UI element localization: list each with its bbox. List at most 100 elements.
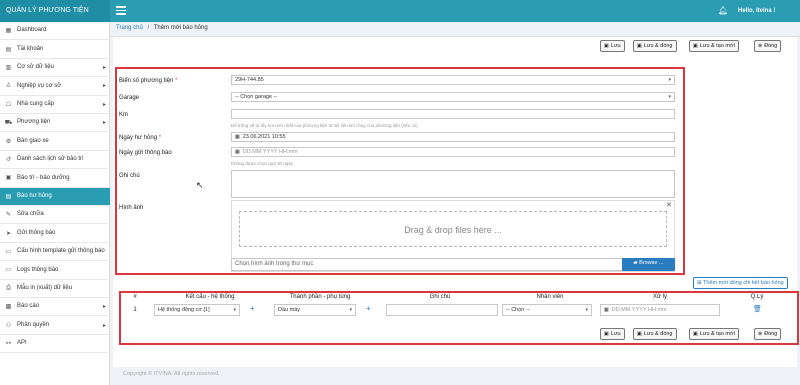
sidebar-item-6[interactable]: ⛟ Phương tiện ▸ — [0, 114, 110, 133]
sidebar-item-label: Dashboard — [17, 27, 47, 34]
column-header-system: Kết cấu - hệ thống — [185, 294, 235, 300]
sidebar-item-label: Phân quyền — [17, 321, 50, 328]
notify-date-input[interactable]: ▦ DD.MM.YYYY HH:mm — [231, 147, 675, 157]
garage-label: Garage — [119, 95, 140, 101]
permission-icon: ⚇ — [5, 322, 12, 329]
report-damage-icon: ▤ — [5, 193, 12, 200]
sidebar-item-label: Logs thông báo — [17, 266, 59, 273]
sidebar-item-label: Nghiệp vụ cơ sở — [17, 82, 62, 89]
add-detail-row-button[interactable]: ⊞ Thêm mới dòng chi tiết báo hỏng — [693, 277, 788, 289]
save-button[interactable]: ▣ Lưu — [600, 40, 625, 52]
row-index: 1 — [133, 307, 137, 313]
chevron-right-icon: ▸ — [102, 322, 106, 329]
app-brand[interactable]: QUẢN LÝ PHƯƠNG TIỆN — [0, 0, 110, 22]
trash-icon[interactable]: 🗑︎ — [753, 305, 762, 313]
browse-button[interactable]: ▰ Browse ... — [622, 258, 675, 271]
template-icon: ▭ — [5, 248, 12, 255]
sidebar: ▦ Dashboard ▤ Tài khoản ▥ Cơ sở dữ liệu ▸ ♙ Nghi… — [0, 22, 110, 385]
breadcrumb-current: Thêm mới báo hỏng — [153, 25, 208, 31]
save-new-button[interactable]: ▣ Lưu & tạo mới — [689, 40, 739, 52]
save-close-button-bottom[interactable]: ▣ Lưu & đóng — [633, 328, 677, 340]
bell-icon[interactable]: 🔔︎ — [718, 6, 728, 15]
sidebar-item-1[interactable]: ▦ Dashboard — [0, 22, 110, 41]
maintenance-icon: ▣ — [5, 175, 12, 182]
sidebar-item-11[interactable]: ✎ Sửa chữa — [0, 206, 110, 225]
main-content: Trang chủ / Thêm mới báo hỏng ▣ Lưu ▣ Lưu … — [110, 22, 800, 385]
sidebar-item-label: Cơ sở dữ liệu — [17, 64, 54, 71]
breadcrumb-home-link[interactable]: Trang chủ — [116, 25, 143, 31]
notify-date-hint: Không được chọn quá 30 ngày — [231, 161, 294, 166]
close-icon[interactable]: ✕ — [666, 201, 672, 209]
history-icon: ↺ — [5, 156, 12, 163]
chevron-down-icon: ▾ — [585, 307, 588, 313]
notify-date-label: Ngày gửi thông báo — [119, 150, 172, 156]
wrench-icon: ✎ — [5, 212, 12, 219]
column-header-component: Thành phần - phụ tùng — [289, 294, 351, 300]
note-textarea[interactable] — [231, 170, 675, 198]
add-component-plus-icon[interactable]: + — [366, 304, 371, 313]
top-bar: QUẢN LÝ PHƯƠNG TIỆN 🔔︎ Hello, itvina ! — [0, 0, 800, 22]
sidebar-item-10[interactable]: ▤ Báo hư hỏng — [0, 187, 110, 206]
chevron-down-icon: ▾ — [233, 307, 236, 313]
image-label: Hình ảnh — [119, 205, 144, 211]
sidebar-item-7[interactable]: ⚙ Bàn giao xe — [0, 132, 110, 151]
hamburger-menu-icon[interactable] — [116, 6, 126, 16]
close-circle-icon: ⊗ — [758, 331, 763, 337]
sidebar-item-15[interactable]: ⎙ Mẫu in (xuất) dữ liệu — [0, 280, 110, 298]
sidebar-item-14[interactable]: ▭ Logs thông báo — [0, 261, 110, 280]
garage-select[interactable]: -- Chọn garage -- ▾ — [231, 92, 675, 102]
supplier-icon: ☖ — [5, 101, 12, 108]
user-icon: ♙ — [5, 83, 12, 90]
row-note-textarea[interactable] — [386, 304, 498, 316]
km-label: Km — [119, 112, 128, 118]
save-icon: ▣ — [693, 331, 698, 337]
save-icon: ▣ — [604, 331, 609, 337]
chevron-right-icon: ▸ — [102, 101, 106, 108]
km-input[interactable] — [231, 109, 675, 119]
print-icon: ⎙ — [6, 284, 11, 291]
chevron-down-icon: ▾ — [668, 94, 671, 100]
save-button-bottom[interactable]: ▣ Lưu — [600, 328, 625, 340]
send-icon: ➤ — [5, 230, 12, 237]
save-close-button[interactable]: ▣ Lưu & đóng — [633, 40, 677, 52]
sidebar-item-12[interactable]: ➤ Gửi thông báo — [0, 224, 110, 243]
calendar-icon: ▦ — [235, 149, 240, 155]
sidebar-item-5[interactable]: ☖ Nhà cung cấp ▸ — [0, 96, 110, 114]
dashboard-icon: ▦ — [5, 28, 12, 35]
component-select[interactable]: Dầu máy ▾ — [274, 304, 356, 316]
system-select[interactable]: Hệ thống động cơ [1] ▾ — [154, 304, 240, 316]
sidebar-item-4[interactable]: ♙ Nghiệp vụ cơ sở ▸ — [0, 77, 110, 96]
sidebar-item-2[interactable]: ▤ Tài khoản — [0, 40, 110, 59]
sidebar-item-label: Báo cáo — [17, 303, 40, 310]
sidebar-item-8[interactable]: ↺ Danh sách lịch sử bảo trì — [0, 151, 110, 170]
close-button-bottom[interactable]: ⊗ Đóng — [754, 328, 782, 340]
column-header-index: # — [133, 294, 137, 300]
calendar-icon: ▦ — [604, 307, 609, 313]
column-header-note: Ghi chú — [429, 294, 451, 300]
file-path-input[interactable]: Chọn hình ảnh trong thư mục — [231, 258, 623, 271]
database-icon: ▥ — [5, 64, 12, 71]
footer-copyright: Copyright © ITVINA. All rights reserved. — [123, 371, 220, 377]
sidebar-item-3[interactable]: ▥ Cơ sở dữ liệu ▸ — [0, 59, 110, 78]
sidebar-item-9[interactable]: ▣ Bảo trì - bảo dưỡng — [0, 169, 110, 188]
km-hint: Để trống sẽ tự lấy km mới nhất của phươn… — [231, 123, 418, 128]
sidebar-item-17[interactable]: ⚇ Phân quyền ▸ — [0, 316, 110, 335]
sidebar-item-16[interactable]: ▩ Báo cáo ▸ — [0, 298, 110, 317]
save-new-button-bottom[interactable]: ▣ Lưu & tạo mới — [689, 328, 739, 340]
vehicle-select[interactable]: 29H-744.85 ▾ — [231, 75, 675, 85]
sidebar-item-label: Bảo trì - bảo dưỡng — [17, 174, 70, 181]
sidebar-item-18[interactable]: ⚯ API — [0, 335, 110, 354]
file-dropzone[interactable]: Drag & drop files here ... — [239, 211, 667, 247]
calendar-icon: ▦ — [235, 134, 240, 140]
truck-icon: ⛟ — [4, 119, 13, 126]
damage-date-input[interactable]: ▦ 23.06.2021 10:55 — [231, 132, 675, 142]
close-button[interactable]: ⊗ Đóng — [754, 40, 782, 52]
process-date-input[interactable]: ▦ DD.MM.YYYY HH:mm — [600, 304, 720, 316]
column-header-process: Xử lý — [652, 294, 668, 300]
staff-select[interactable]: -- Chọn -- ▾ — [502, 304, 592, 316]
sidebar-item-13[interactable]: ▭ Cấu hình template gửi thông báo — [0, 243, 110, 262]
handover-icon: ⚙ — [5, 138, 12, 145]
add-system-plus-icon[interactable]: + — [250, 304, 255, 313]
user-greeting[interactable]: Hello, itvina ! — [738, 0, 775, 22]
breadcrumb-separator: / — [147, 25, 150, 31]
